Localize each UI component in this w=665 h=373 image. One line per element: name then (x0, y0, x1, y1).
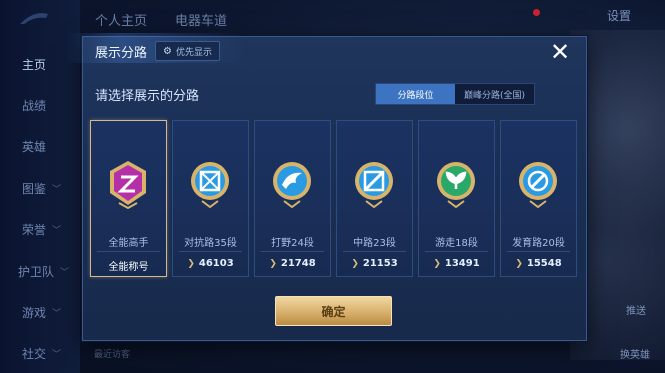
chevron-down-icon: ﹀ (52, 350, 62, 360)
notification-dot (533, 9, 540, 16)
lane-name: 发育路20段 (512, 238, 565, 249)
roam-badge-icon (437, 162, 475, 209)
all-round-badge-icon (110, 161, 146, 209)
chevron-down-icon: ﹀ (52, 185, 62, 195)
tab-second[interactable]: 电器车道 (175, 10, 227, 29)
divider (507, 251, 570, 252)
lane-name: 全能高手 (108, 238, 149, 249)
divider (261, 251, 324, 252)
settings-button[interactable]: 设置 (607, 7, 631, 24)
nav-item-record[interactable]: 战绩 (22, 97, 46, 114)
nav-item-hero[interactable]: 英雄 (22, 138, 46, 155)
tab-lane-rank[interactable]: 分路段位 (376, 84, 455, 104)
lane-title-tag: 全能称号 (108, 262, 149, 273)
clash-lane-badge-icon (191, 162, 229, 209)
lane-card-roam[interactable]: 游走18段 ❯ 13491 (418, 120, 495, 277)
lane-card-farm[interactable]: 发育路20段 ❯ 15548 (500, 120, 577, 277)
rank-chevron-icon: ❯ (515, 259, 523, 269)
change-hero-button[interactable]: 换英雄 (620, 346, 650, 361)
lane-card-jungle[interactable]: 打野24段 ❯ 21748 (254, 120, 331, 277)
lane-name: 中路23段 (353, 238, 396, 249)
tab-profile[interactable]: 个人主页 (95, 10, 147, 29)
lane-name: 对抗路35段 (184, 238, 237, 249)
display-lane-dialog: 展示分路 ⚙ 优先显示 ✕ 请选择展示的分路 分路段位 巅峰分路(全国) 全能高… (65, 33, 587, 341)
lane-card-mid[interactable]: 中路23段 ❯ 21153 (336, 120, 413, 277)
lane-score: ❯ 21748 (269, 258, 316, 269)
lane-score: ❯ 15548 (515, 258, 562, 269)
mid-lane-badge-icon (355, 162, 393, 209)
priority-label: 优先显示 (175, 47, 212, 58)
divider (179, 251, 242, 252)
gear-icon: ⚙ (163, 45, 172, 57)
lane-card-clash[interactable]: 对抗路35段 ❯ 46103 (172, 120, 249, 277)
chevron-down-icon: ﹀ (52, 309, 62, 319)
lane-card-all-round[interactable]: 全能高手 全能称号 (90, 120, 167, 277)
lane-score: ❯ 46103 (187, 258, 234, 269)
dialog-title: 展示分路 (95, 46, 148, 61)
lane-name: 游走18段 (435, 238, 478, 249)
chevron-down-icon: ﹀ (52, 226, 62, 236)
dialog-subtitle: 请选择展示的分路 (95, 89, 200, 104)
close-icon: ✕ (549, 38, 571, 66)
chevron-down-icon: ﹀ (60, 268, 70, 278)
rank-chevron-icon: ❯ (269, 259, 277, 269)
rank-chevron-icon: ❯ (351, 259, 359, 269)
rank-chevron-icon: ❯ (433, 259, 441, 269)
tab-peak-lane[interactable]: 巅峰分路(全国) (455, 84, 534, 104)
lane-name: 打野24段 (271, 238, 314, 249)
lane-score: ❯ 21153 (351, 258, 398, 269)
nav-item-gallery[interactable]: 图鉴 ﹀ (22, 180, 61, 197)
confirm-button[interactable]: 确定 (275, 296, 392, 326)
recent-visitors-label: 最近访客 (94, 350, 131, 360)
rank-chevron-icon: ❯ (187, 259, 195, 269)
priority-display-button[interactable]: ⚙ 优先显示 (155, 41, 220, 61)
divider (97, 251, 160, 252)
nav-item-game[interactable]: 游戏 ﹀ (22, 304, 61, 321)
nav-item-home[interactable]: 主页 (22, 56, 46, 73)
nav-item-guard[interactable]: 护卫队 ﹀ (18, 263, 69, 280)
nav-item-honor[interactable]: 荣誉 ﹀ (22, 221, 61, 238)
divider (425, 251, 488, 252)
farm-lane-badge-icon (519, 162, 557, 209)
divider (343, 251, 406, 252)
lane-score: ❯ 13491 (433, 258, 480, 269)
bottom-right-label[interactable]: 推送 (626, 302, 646, 317)
jungle-badge-icon (273, 162, 311, 209)
game-logo-icon (20, 13, 48, 24)
nav-item-social[interactable]: 社交 ﹀ (22, 345, 61, 362)
lane-mode-toggle[interactable]: 分路段位 巅峰分路(全国) (375, 83, 535, 105)
close-button[interactable]: ✕ (545, 38, 575, 66)
